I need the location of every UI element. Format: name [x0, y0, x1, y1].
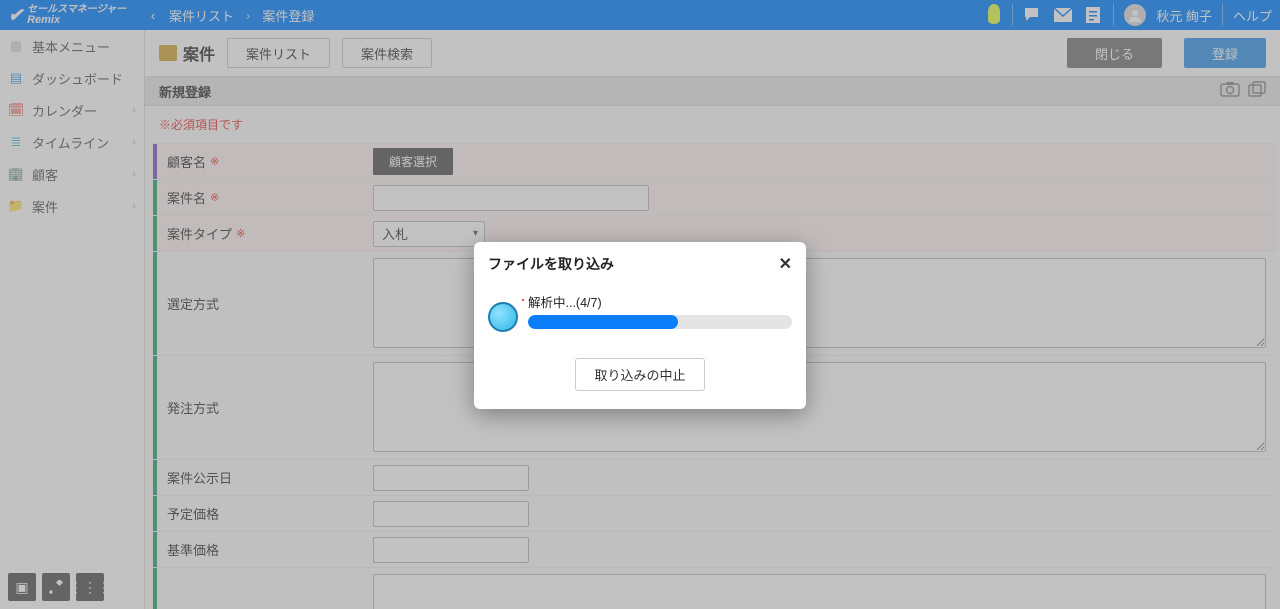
close-icon[interactable]: ✕ [779, 254, 792, 274]
modal-title: ファイルを取り込み [488, 254, 614, 274]
modal-header: ファイルを取り込み ✕ [474, 242, 806, 286]
robot-icon [488, 302, 518, 332]
progress-status: 解析中...(4/7) [528, 292, 792, 311]
progress-bar [528, 315, 792, 329]
progress-fill [528, 315, 678, 329]
cancel-import-button[interactable]: 取り込みの中止 [575, 358, 704, 391]
import-modal: ファイルを取り込み ✕ 解析中...(4/7) 取り込みの中止 [474, 242, 806, 409]
